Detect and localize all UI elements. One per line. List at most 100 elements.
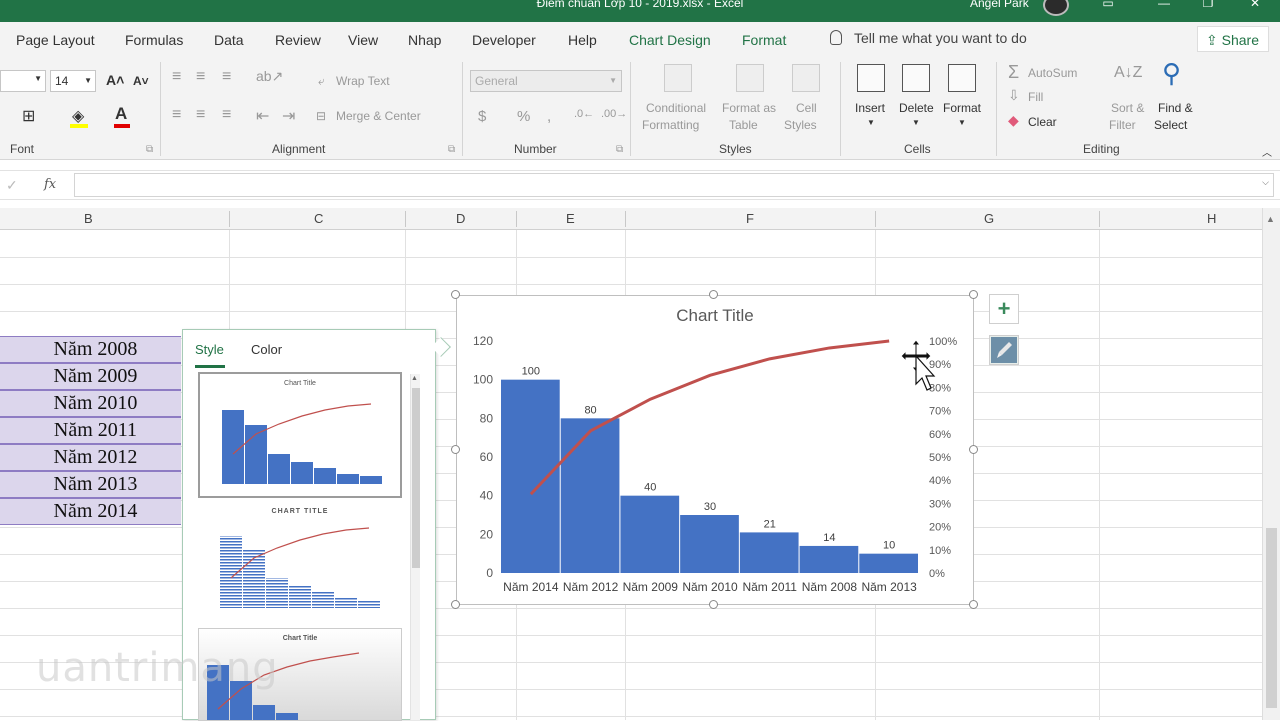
tab-data[interactable]: Data (214, 32, 244, 48)
tab-help[interactable]: Help (568, 32, 597, 48)
ribbon-display-icon[interactable]: ▭ (1098, 0, 1118, 10)
number-format-box[interactable]: General ▼ (470, 70, 622, 92)
tell-me-box[interactable]: Tell me what you want to do (830, 30, 1027, 46)
dialog-launcher-icon[interactable]: ⧉ (448, 144, 455, 155)
column-header-h[interactable]: H (1207, 211, 1216, 226)
scroll-up-icon[interactable]: ▲ (411, 375, 418, 382)
wrap-text-button[interactable]: Wrap Text (336, 74, 390, 88)
increase-decimal-icon[interactable]: .0← (574, 108, 594, 120)
column-header-c[interactable]: C (314, 211, 323, 226)
orientation-icon[interactable]: ab↗ (256, 68, 283, 85)
cell-year[interactable]: Năm 2009 (0, 363, 181, 390)
tab-color[interactable]: Color (251, 342, 282, 357)
conditional-formatting-label-2[interactable]: Formatting (642, 118, 699, 132)
vertical-scrollbar[interactable]: ▲ (1262, 208, 1280, 720)
merge-center-button[interactable]: Merge & Center (336, 109, 421, 123)
tab-formulas[interactable]: Formulas (125, 32, 183, 48)
scrollbar-thumb[interactable] (1266, 528, 1277, 708)
font-color-icon[interactable]: A (115, 104, 127, 124)
align-bottom-icon[interactable]: ≡ (222, 68, 231, 86)
resize-handle[interactable] (969, 445, 978, 454)
tab-style[interactable]: Style (195, 342, 224, 357)
increase-font-icon[interactable]: A˄ (106, 72, 124, 88)
user-name[interactable]: Angel Park (970, 0, 1029, 10)
scroll-up-icon[interactable]: ▲ (1266, 214, 1275, 224)
decrease-indent-icon[interactable]: ⇤ (256, 106, 269, 126)
format-as-table-label-1[interactable]: Format as (722, 101, 776, 115)
tab-format[interactable]: Format (742, 32, 786, 48)
insert-button[interactable]: Insert (855, 101, 885, 115)
cell-styles-label-1[interactable]: Cell (796, 101, 817, 115)
find-select-label-2[interactable]: Select (1154, 118, 1187, 132)
cell-year[interactable]: Năm 2012 (0, 444, 181, 471)
chart-elements-button[interactable]: + (989, 294, 1019, 324)
column-header-b[interactable]: B (84, 211, 93, 226)
pane-scrollbar-thumb[interactable] (412, 388, 420, 568)
delete-button[interactable]: Delete (899, 101, 934, 115)
percent-button[interactable]: % (517, 108, 530, 125)
tab-nhap[interactable]: Nhap (408, 32, 441, 48)
align-middle-icon[interactable]: ≡ (196, 68, 205, 86)
column-header-f[interactable]: F (746, 211, 754, 226)
chart-style-option[interactable]: Chart Title (198, 372, 402, 498)
format-as-table-label-2[interactable]: Table (729, 118, 758, 132)
cell-year[interactable]: Năm 2008 (0, 336, 181, 363)
conditional-formatting-label-1[interactable]: Conditional (646, 101, 706, 115)
close-icon[interactable]: ✕ (1245, 0, 1265, 10)
resize-handle[interactable] (969, 290, 978, 299)
cell-styles-label-2[interactable]: Styles (784, 118, 817, 132)
pane-scrollbar[interactable]: ▲ (410, 374, 420, 720)
font-size-box[interactable]: 14 ▼ (50, 70, 96, 92)
avatar[interactable] (1043, 0, 1069, 16)
column-header-d[interactable]: D (456, 211, 465, 226)
autosum-button[interactable]: AutoSum (1028, 66, 1077, 80)
insert-function-icon[interactable]: fx (44, 177, 56, 192)
cell-year[interactable]: Năm 2010 (0, 390, 181, 417)
resize-handle[interactable] (709, 600, 718, 609)
restore-icon[interactable]: ❐ (1198, 0, 1218, 10)
formula-input[interactable]: ⌵ (74, 173, 1274, 197)
font-name-box[interactable]: ▼ (0, 70, 46, 92)
align-left-icon[interactable]: ≡ (172, 106, 181, 124)
tab-view[interactable]: View (348, 32, 378, 48)
fill-button[interactable]: Fill (1028, 90, 1043, 104)
chart-area[interactable]: Chart Title 0 20 40 60 80 100 120 0% 10% 20% 30% 40… (456, 295, 974, 605)
format-button[interactable]: Format (943, 101, 981, 115)
comma-icon[interactable]: , (547, 108, 551, 125)
borders-icon[interactable]: ⊞ (22, 106, 35, 126)
cell-year[interactable]: Năm 2014 (0, 498, 181, 525)
resize-handle[interactable] (451, 290, 460, 299)
fill-color-icon[interactable]: ◈ (72, 106, 84, 126)
sort-filter-label-1[interactable]: Sort & (1111, 101, 1144, 115)
resize-handle[interactable] (451, 445, 460, 454)
tab-review[interactable]: Review (275, 32, 321, 48)
minimize-icon[interactable]: — (1154, 0, 1174, 10)
decrease-font-icon[interactable]: A˅ (133, 74, 149, 88)
dialog-launcher-icon[interactable]: ⧉ (146, 144, 153, 155)
find-select-label-1[interactable]: Find & (1158, 101, 1193, 115)
tab-page-layout[interactable]: Page Layout (16, 32, 95, 48)
align-center-icon[interactable]: ≡ (196, 106, 205, 124)
align-right-icon[interactable]: ≡ (222, 106, 231, 124)
share-button[interactable]: ⇪ Share (1197, 26, 1269, 52)
cell-year[interactable]: Năm 2011 (0, 417, 181, 444)
currency-icon[interactable]: $ (478, 108, 486, 125)
chart-styles-button[interactable] (989, 335, 1019, 365)
resize-handle[interactable] (709, 290, 718, 299)
tab-chart-design[interactable]: Chart Design (629, 32, 711, 48)
decrease-decimal-icon[interactable]: .00→ (601, 108, 627, 120)
dialog-launcher-icon[interactable]: ⧉ (616, 144, 623, 155)
align-top-icon[interactable]: ≡ (172, 68, 181, 86)
tab-developer[interactable]: Developer (472, 32, 536, 48)
check-icon[interactable]: ✓ (6, 177, 18, 194)
resize-handle[interactable] (451, 600, 460, 609)
clear-button[interactable]: Clear (1028, 115, 1057, 129)
cell-year[interactable]: Năm 2013 (0, 471, 181, 498)
increase-indent-icon[interactable]: ⇥ (282, 106, 295, 126)
column-header-g[interactable]: G (984, 211, 994, 226)
sort-filter-label-2[interactable]: Filter (1109, 118, 1136, 132)
chart-style-option[interactable]: CHART TITLE (198, 502, 402, 622)
column-header-e[interactable]: E (566, 211, 575, 226)
collapse-ribbon-icon[interactable]: ︿ (1262, 144, 1272, 159)
resize-handle[interactable] (969, 600, 978, 609)
